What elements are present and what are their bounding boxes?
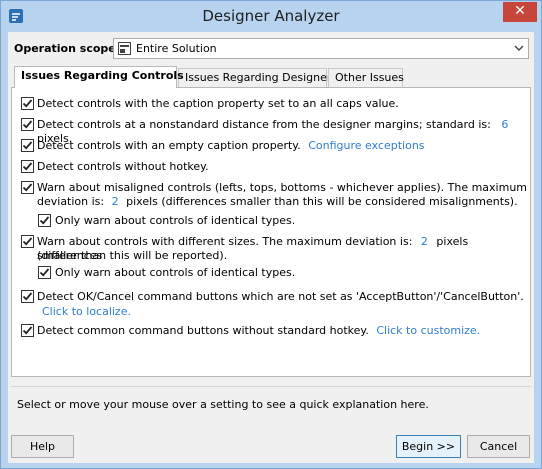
operation-scope-select[interactable]: Entire Solution xyxy=(113,38,529,59)
cancel-button[interactable]: Cancel xyxy=(467,435,530,458)
check-icon xyxy=(39,216,50,225)
explanation-text: Select or move your mouse over a setting… xyxy=(17,398,429,411)
diff-sizes-line2: smaller than this will be reported). xyxy=(37,249,228,262)
check-icon xyxy=(22,183,33,192)
solution-icon xyxy=(118,42,131,55)
ok-cancel-checkbox[interactable] xyxy=(21,290,34,303)
common-hotkey-label: Detect common command buttons without st… xyxy=(37,324,480,338)
diff-sizes-text: Warn about controls with different sizes… xyxy=(37,235,413,248)
tab-issues-designers[interactable]: Issues Regarding Designers xyxy=(178,68,337,87)
diff-sizes-value[interactable]: 2 xyxy=(421,235,428,248)
dialog-body: Operation scope: Entire Solution Issues … xyxy=(8,32,534,463)
explanation-area: Select or move your mouse over a setting… xyxy=(11,386,531,423)
misaligned-deviation-suffix: pixels (differences smaller than this wi… xyxy=(126,195,518,208)
nonstandard-distance-text: Detect controls at a nonstandard distanc… xyxy=(37,118,491,131)
operation-scope-value: Entire Solution xyxy=(136,42,217,55)
check-icon xyxy=(22,326,33,335)
designer-analyzer-window: Designer Analyzer ✕ Operation scope: Ent… xyxy=(0,0,542,469)
empty-caption-checkbox[interactable] xyxy=(21,139,34,152)
click-to-localize-link[interactable]: Click to localize. xyxy=(42,305,131,319)
configure-exceptions-link[interactable]: Configure exceptions xyxy=(308,139,424,152)
close-button[interactable]: ✕ xyxy=(503,2,537,22)
check-icon xyxy=(22,141,33,150)
click-to-customize-link[interactable]: Click to customize. xyxy=(376,324,480,337)
check-icon xyxy=(22,99,33,108)
common-hotkey-checkbox[interactable] xyxy=(21,324,34,337)
caps-caption-label: Detect controls with the caption propert… xyxy=(37,97,399,110)
misaligned-line2: deviation is: 2 pixels (differences smal… xyxy=(37,195,518,209)
chevron-down-icon xyxy=(514,43,524,53)
ok-cancel-label: Detect OK/Cancel command buttons which a… xyxy=(37,290,524,303)
empty-caption-text: Detect controls with an empty caption pr… xyxy=(37,139,301,152)
close-icon: ✕ xyxy=(514,3,526,19)
help-button[interactable]: Help xyxy=(11,435,74,458)
tab-other-issues[interactable]: Other Issues xyxy=(328,68,404,87)
tab-issues-controls[interactable]: Issues Regarding Controls xyxy=(14,66,184,88)
check-icon xyxy=(22,120,33,129)
check-icon xyxy=(22,162,33,171)
misaligned-deviation-text: deviation is: xyxy=(37,195,105,208)
misaligned-identical-checkbox[interactable] xyxy=(38,214,51,227)
title-bar[interactable]: Designer Analyzer ✕ xyxy=(1,1,541,32)
controls-settings-panel: Detect controls with the caption propert… xyxy=(11,87,531,377)
check-icon xyxy=(22,237,33,246)
empty-caption-label: Detect controls with an empty caption pr… xyxy=(37,139,425,153)
caps-caption-checkbox[interactable] xyxy=(21,97,34,110)
diff-sizes-checkbox[interactable] xyxy=(21,235,34,248)
check-icon xyxy=(22,292,33,301)
misaligned-identical-label: Only warn about controls of identical ty… xyxy=(55,214,296,227)
sizes-identical-label: Only warn about controls of identical ty… xyxy=(55,266,296,279)
nonstandard-distance-checkbox[interactable] xyxy=(21,118,34,131)
check-icon xyxy=(39,268,50,277)
misaligned-deviation-value[interactable]: 2 xyxy=(112,195,119,208)
window-title: Designer Analyzer xyxy=(202,7,340,25)
no-hotkey-checkbox[interactable] xyxy=(21,160,34,173)
common-hotkey-text: Detect common command buttons without st… xyxy=(37,324,369,337)
misaligned-line1: Warn about misaligned controls (lefts, t… xyxy=(37,181,528,194)
no-hotkey-label: Detect controls without hotkey. xyxy=(37,160,209,173)
begin-button[interactable]: Begin >> xyxy=(396,435,461,458)
nonstandard-distance-value[interactable]: 6 xyxy=(501,118,508,131)
misaligned-checkbox[interactable] xyxy=(21,181,34,194)
operation-scope-label: Operation scope: xyxy=(14,42,121,55)
sizes-identical-checkbox[interactable] xyxy=(38,266,51,279)
